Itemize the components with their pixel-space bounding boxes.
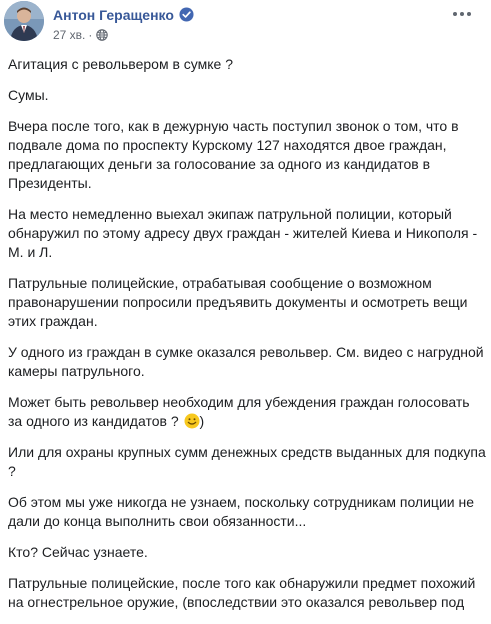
avatar-photo (4, 1, 44, 41)
globe-icon[interactable] (96, 29, 109, 41)
post-paragraph-text: Может быть револьвер необходим для убежд… (8, 394, 470, 429)
post-meta: 27 хв. · (53, 27, 109, 43)
post-paragraph-with-emoji: Может быть револьвер необходим для убежд… (8, 394, 470, 429)
post-paragraph: Вчера после того, как в дежурную часть п… (8, 118, 459, 191)
post-paragraph: Об этом мы уже никогда не узнаем, поскол… (8, 494, 474, 529)
author-avatar[interactable] (4, 1, 44, 41)
post-timestamp[interactable]: 27 хв. (53, 27, 85, 43)
post-paragraph: На место немедленно выехал экипаж патрул… (8, 206, 478, 260)
post-paragraph: Патрульные полицейские, отрабатывая сооб… (8, 275, 468, 329)
author-name[interactable]: Антон Геращенко (53, 6, 174, 24)
post-paragraph: Кто? Сейчас узнаете. (8, 544, 148, 560)
verified-badge-icon (179, 7, 194, 22)
post-paragraph: У одного из граждан в сумке оказался рев… (8, 344, 484, 379)
post-body: Агитация с револьвером в сумке ? Сумы. В… (8, 55, 486, 624)
post-paragraph: Патрульные полицейские, после того как о… (8, 575, 476, 610)
smiley-emoji-icon (184, 413, 199, 429)
post-paragraph: Агитация с револьвером в сумке ? (8, 56, 233, 72)
post-header: Антон Геращенко 27 хв. · (0, 0, 491, 50)
meta-separator: · (88, 28, 93, 42)
post-paragraph: Или для охраны крупных сумм денежных сре… (8, 444, 486, 479)
more-options-icon[interactable] (451, 8, 473, 20)
post-paragraph: Сумы. (8, 87, 49, 103)
